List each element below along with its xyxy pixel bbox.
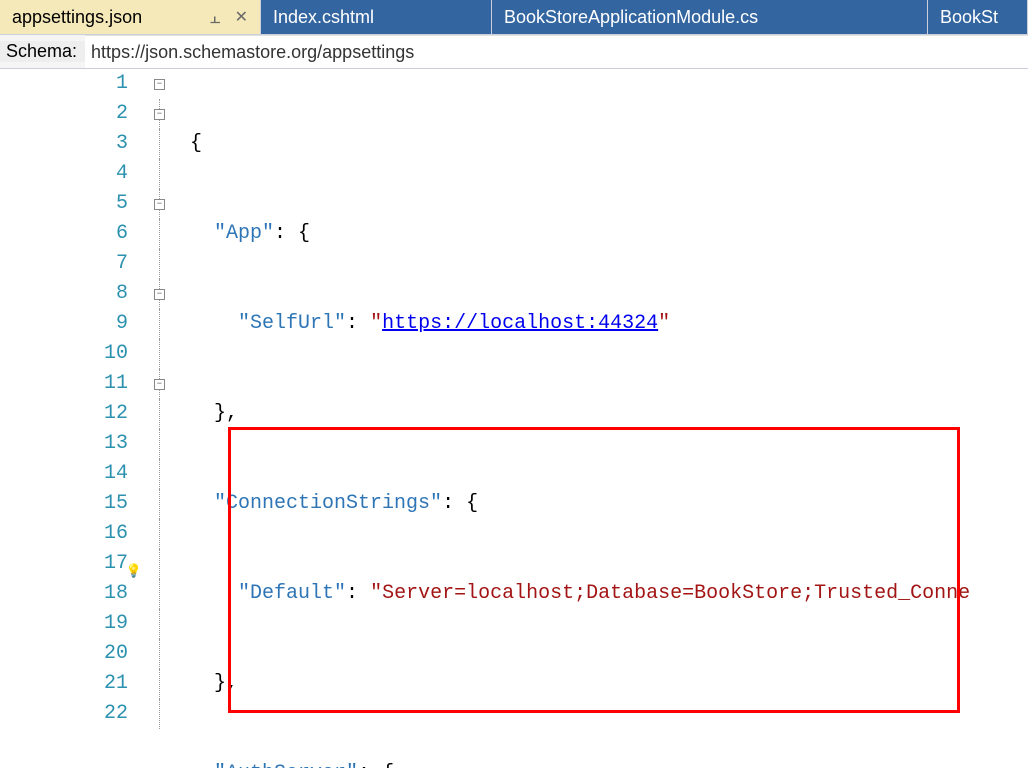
- tab-bar: appsettings.json ⫠ ✕ Index.cshtml BookSt…: [0, 0, 1028, 35]
- tab-label: appsettings.json: [12, 7, 142, 28]
- line-number: 2: [116, 99, 128, 129]
- line-number: 7: [116, 249, 128, 279]
- fold-gutter: − − − − −: [138, 69, 190, 768]
- line-number: 1: [116, 69, 128, 99]
- code-text: {: [382, 762, 394, 768]
- line-number: 12: [104, 399, 128, 429]
- url-link[interactable]: https://localhost:44324: [382, 312, 658, 335]
- line-number: 21: [104, 669, 128, 699]
- line-number: 5: [116, 189, 128, 219]
- tab-label: BookSt: [940, 7, 998, 28]
- schema-label: Schema:: [0, 41, 85, 62]
- code-text: {: [298, 222, 310, 245]
- code-text: {: [190, 132, 202, 155]
- code-text: },: [214, 672, 238, 695]
- line-number-gutter: 1 2 3 4 5 6 7 8 9 10 11 12 13 14 15 16 1…: [0, 69, 138, 768]
- code-text: :: [346, 312, 370, 335]
- line-number: 8: [116, 279, 128, 309]
- line-number: 13: [104, 429, 128, 459]
- code-text: ": [658, 312, 670, 335]
- line-number: 9: [116, 309, 128, 339]
- pin-icon[interactable]: ⫠: [210, 7, 221, 28]
- code-text: "SelfUrl": [238, 312, 346, 335]
- fold-toggle[interactable]: −: [154, 79, 165, 90]
- schema-input[interactable]: https://json.schemastore.org/appsettings: [85, 35, 1028, 68]
- code-text: "Server=localhost;Database=BookStore;Tru…: [370, 582, 970, 605]
- fold-toggle[interactable]: −: [154, 199, 165, 210]
- code-text: :: [346, 582, 370, 605]
- fold-toggle[interactable]: −: [154, 289, 165, 300]
- code-text: },: [214, 402, 238, 425]
- code-text: {: [466, 492, 478, 515]
- code-text: "AuthServer": [214, 762, 358, 768]
- line-number: 4: [116, 159, 128, 189]
- line-number: 6: [116, 219, 128, 249]
- line-number: 17: [104, 549, 128, 579]
- line-number: 20: [104, 639, 128, 669]
- code-text: "Default": [238, 582, 346, 605]
- fold-toggle[interactable]: −: [154, 379, 165, 390]
- line-number: 15: [104, 489, 128, 519]
- close-icon[interactable]: ✕: [235, 7, 248, 27]
- code-text: :: [442, 492, 466, 515]
- line-number: 19: [104, 609, 128, 639]
- code-text: :: [358, 762, 382, 768]
- code-text: :: [274, 222, 298, 245]
- tab-bookstore-module[interactable]: BookStoreApplicationModule.cs: [492, 0, 928, 34]
- code-text: "App": [214, 222, 274, 245]
- line-number: 22: [104, 699, 128, 729]
- fold-toggle[interactable]: −: [154, 109, 165, 120]
- tab-index[interactable]: Index.cshtml: [261, 0, 492, 34]
- code-text: "ConnectionStrings": [214, 492, 442, 515]
- line-number: 18: [104, 579, 128, 609]
- tab-label: Index.cshtml: [273, 7, 374, 28]
- line-number: 16: [104, 519, 128, 549]
- tab-label: BookStoreApplicationModule.cs: [504, 7, 758, 28]
- line-number: 14: [104, 459, 128, 489]
- code-editor[interactable]: 1 2 3 4 5 6 7 8 9 10 11 12 13 14 15 16 1…: [0, 69, 1028, 768]
- line-number: 11: [104, 369, 128, 399]
- schema-bar: Schema: https://json.schemastore.org/app…: [0, 35, 1028, 69]
- code-text: ": [370, 312, 382, 335]
- tab-appsettings[interactable]: appsettings.json ⫠ ✕: [0, 0, 261, 34]
- code-area[interactable]: { "App": { "SelfUrl": "https://localhost…: [190, 69, 1028, 768]
- line-number: 10: [104, 339, 128, 369]
- line-number: 3: [116, 129, 128, 159]
- tab-bookstore-partial[interactable]: BookSt: [928, 0, 1028, 34]
